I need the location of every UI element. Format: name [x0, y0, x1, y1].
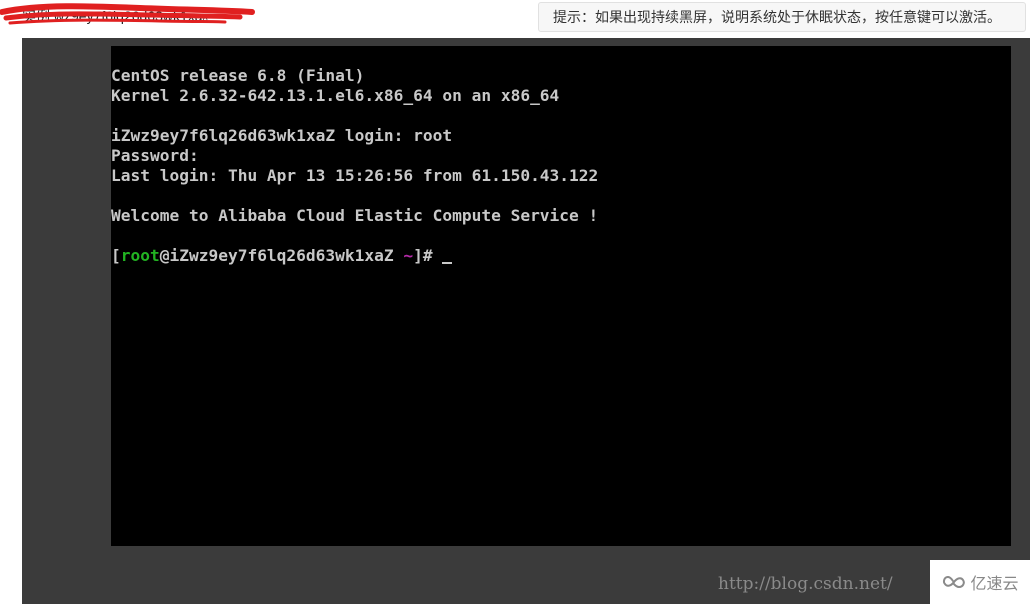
terminal-line: Last login: Thu Apr 13 15:26:56 from 61.… — [111, 166, 599, 185]
terminal-line: Kernel 2.6.32-642.13.1.el6.x86_64 on an … — [111, 86, 560, 105]
prompt-user: root — [120, 246, 160, 265]
terminal-line: Password: — [111, 146, 199, 165]
top-bar: 实例 wz9ey7f6lq26d63wk1xa。 提示：如果出现持续黑屏，说明系… — [0, 0, 1030, 38]
terminal-line: CentOS release 6.8 (Final) — [111, 66, 365, 85]
prompt-open-bracket: [ — [111, 246, 121, 265]
terminal-line: iZwz9ey7f6lq26d63wk1xaZ login: root — [111, 126, 453, 145]
prompt-directory: ~ — [403, 246, 414, 265]
redaction-scribble — [0, 3, 255, 25]
yisu-logo: 亿速云 — [930, 560, 1030, 604]
shell-prompt: [root@iZwz9ey7f6lq26d63wk1xaZ ~]# — [111, 246, 598, 266]
sleep-hint-banner: 提示：如果出现持续黑屏，说明系统处于休眠状态，按任意键可以激活。 — [538, 2, 1026, 32]
sleep-hint-text: 提示：如果出现持续黑屏，说明系统处于休眠状态，按任意键可以激活。 — [553, 9, 1001, 25]
prompt-host: @iZwz9ey7f6lq26d63wk1xaZ — [159, 246, 404, 265]
terminal-output: CentOS release 6.8 (Final) Kernel 2.6.32… — [111, 66, 598, 266]
left-margin — [0, 38, 22, 604]
cloud-infinity-icon — [943, 576, 966, 589]
instance-label-redacted: 实例 wz9ey7f6lq26d63wk1xa。 — [0, 0, 260, 30]
watermark-url: http://blog.csdn.net/ — [718, 574, 893, 594]
terminal-line: Welcome to Alibaba Cloud Elastic Compute… — [111, 206, 599, 225]
logo-text: 亿速云 — [970, 574, 1019, 593]
terminal-cursor — [442, 262, 453, 264]
prompt-close: ]# — [413, 246, 443, 265]
vnc-terminal-screen[interactable]: CentOS release 6.8 (Final) Kernel 2.6.32… — [111, 46, 1011, 546]
